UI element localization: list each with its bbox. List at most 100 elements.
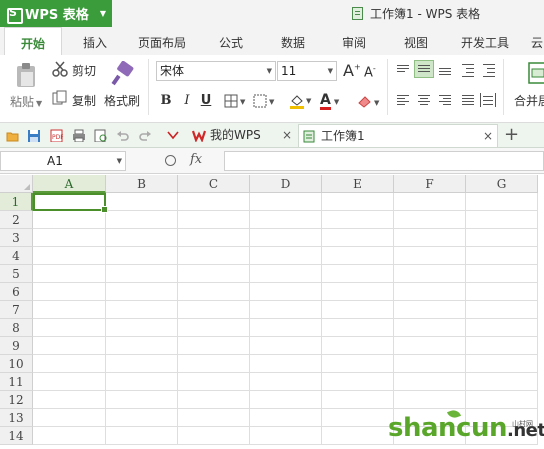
clear-format-icon[interactable]: ▼ [356,92,382,110]
column-header-g[interactable]: G [466,175,538,193]
cell-d2[interactable] [250,211,322,229]
cell-c9[interactable] [178,337,250,355]
cell-f7[interactable] [394,301,466,319]
cell-b9[interactable] [106,337,178,355]
cell-g9[interactable] [466,337,538,355]
cell-a4[interactable] [33,247,106,265]
cell-g12[interactable] [466,391,538,409]
cell-b3[interactable] [106,229,178,247]
tab-page-layout[interactable]: 页面布局 [134,27,190,55]
shrink-font-button[interactable]: A- [364,64,376,80]
align-center-icon[interactable] [416,93,432,107]
save-icon[interactable] [27,129,40,142]
cell-e11[interactable] [322,373,394,391]
cell-b13[interactable] [106,409,178,427]
column-header-e[interactable]: E [322,175,394,193]
row-header-6[interactable]: 6 [0,283,33,301]
cell-c8[interactable] [178,319,250,337]
name-box[interactable]: A1 ▼ [0,151,126,171]
cell-f2[interactable] [394,211,466,229]
increase-indent-icon[interactable] [481,63,497,77]
row-header-2[interactable]: 2 [0,211,33,229]
cell-g1[interactable] [466,193,538,211]
align-right-icon[interactable] [437,93,453,107]
cell-c12[interactable] [178,391,250,409]
tab-my-wps[interactable]: 我的WPS × [188,124,298,147]
cell-c5[interactable] [178,265,250,283]
align-bottom-icon[interactable] [437,63,453,77]
cell-pattern-icon[interactable]: ▼ [253,93,277,109]
format-painter-button[interactable]: 格式刷 [104,92,140,109]
cell-g7[interactable] [466,301,538,319]
cell-e4[interactable] [322,247,394,265]
tab-view[interactable]: 视图 [397,27,435,55]
cell-d10[interactable] [250,355,322,373]
cell-f8[interactable] [394,319,466,337]
formula-input[interactable] [224,151,544,171]
cell-c6[interactable] [178,283,250,301]
tab-workbook1[interactable]: 工作簿1 × [298,124,498,147]
cell-f12[interactable] [394,391,466,409]
row-header-1[interactable]: 1 [0,193,33,211]
cell-b4[interactable] [106,247,178,265]
cell-e2[interactable] [322,211,394,229]
row-header-7[interactable]: 7 [0,301,33,319]
distributed-align-icon[interactable] [480,93,496,107]
print-icon[interactable] [72,129,85,142]
zoom-icon[interactable] [165,155,176,166]
copy-button[interactable]: 复制 [72,92,96,109]
cell-a10[interactable] [33,355,106,373]
cell-g6[interactable] [466,283,538,301]
cell-d6[interactable] [250,283,322,301]
cell-b12[interactable] [106,391,178,409]
row-header-14[interactable]: 14 [0,427,33,445]
cell-d5[interactable] [250,265,322,283]
cell-f5[interactable] [394,265,466,283]
cell-e7[interactable] [322,301,394,319]
row-header-13[interactable]: 13 [0,409,33,427]
column-header-d[interactable]: D [250,175,322,193]
row-header-5[interactable]: 5 [0,265,33,283]
paste-button[interactable] [12,61,40,89]
cell-b14[interactable] [106,427,178,445]
decrease-indent-icon[interactable] [460,63,476,77]
select-all-corner[interactable] [0,175,33,193]
cell-a12[interactable] [33,391,106,409]
cell-a11[interactable] [33,373,106,391]
cell-e3[interactable] [322,229,394,247]
row-header-11[interactable]: 11 [0,373,33,391]
cell-c13[interactable] [178,409,250,427]
cell-g11[interactable] [466,373,538,391]
cell-g3[interactable] [466,229,538,247]
cell-f6[interactable] [394,283,466,301]
cell-g2[interactable] [466,211,538,229]
paste-label[interactable]: 粘贴 ▼ [10,93,42,110]
cell-d12[interactable] [250,391,322,409]
cell-g10[interactable] [466,355,538,373]
cell-c4[interactable] [178,247,250,265]
cell-g5[interactable] [466,265,538,283]
font-size-select[interactable]: 11 ▼ [277,61,337,81]
column-header-a[interactable]: A [33,175,106,193]
justify-icon[interactable] [460,93,476,107]
cell-d7[interactable] [250,301,322,319]
fill-color-icon[interactable]: ▼ [288,92,314,110]
undo-icon[interactable] [116,129,129,142]
cell-d14[interactable] [250,427,322,445]
tab-data[interactable]: 数据 [274,27,312,55]
cell-d3[interactable] [250,229,322,247]
cell-e8[interactable] [322,319,394,337]
tab-cloud[interactable]: 云 [530,27,544,55]
cell-b8[interactable] [106,319,178,337]
cell-f9[interactable] [394,337,466,355]
customize-toolbar-icon[interactable] [166,129,179,142]
cell-a7[interactable] [33,301,106,319]
cell-c2[interactable] [178,211,250,229]
row-header-4[interactable]: 4 [0,247,33,265]
cell-a14[interactable] [33,427,106,445]
column-header-b[interactable]: B [106,175,178,193]
borders-icon[interactable]: ▼ [224,93,248,109]
print-preview-icon[interactable] [94,129,107,142]
cell-c10[interactable] [178,355,250,373]
cell-c1[interactable] [178,193,250,211]
